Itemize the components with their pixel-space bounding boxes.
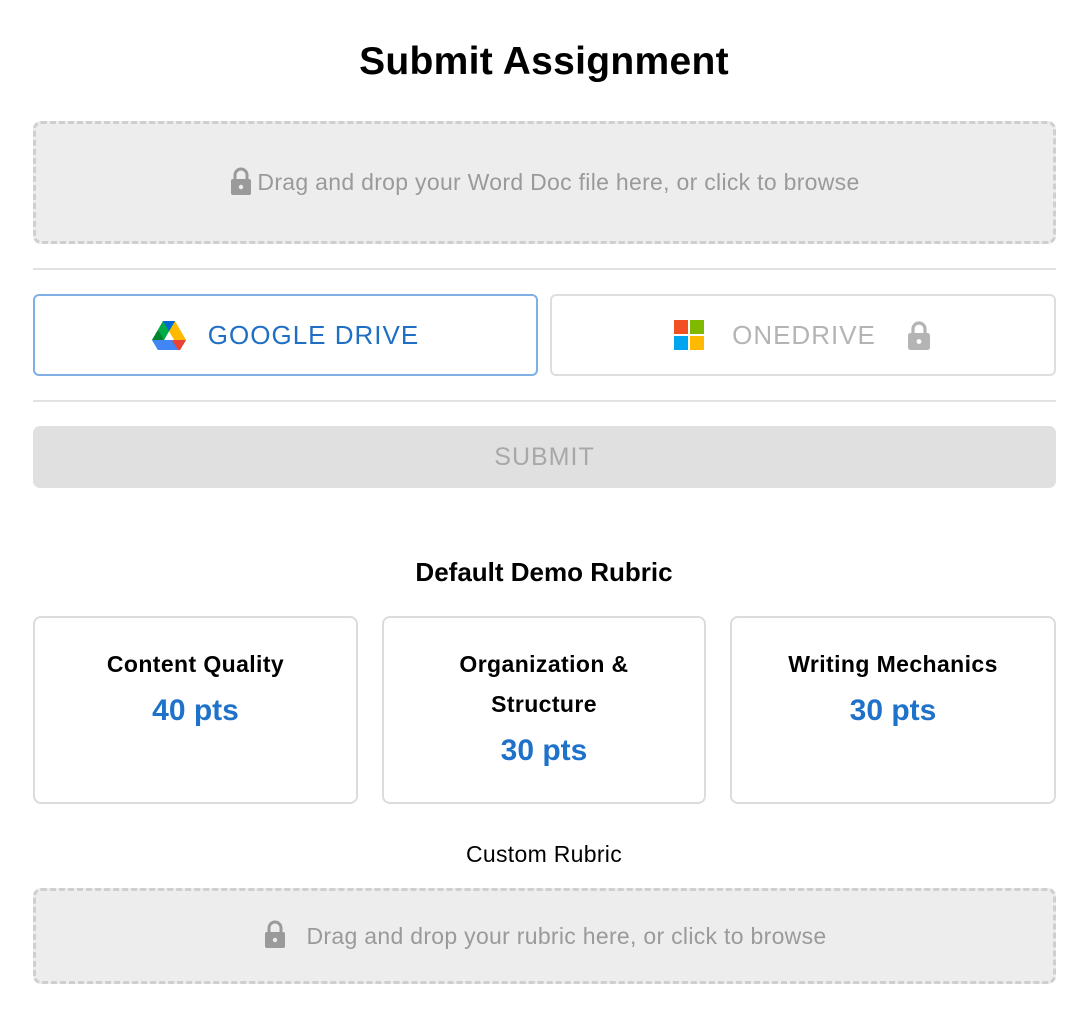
rubric-heading: Default Demo Rubric (415, 557, 673, 587)
google-drive-label: GOOGLE DRIVE (207, 319, 420, 350)
google-drive-button[interactable]: GOOGLE DRIVE (33, 294, 538, 376)
rubric-dropzone-text: Drag and drop your rubric here, or click… (306, 922, 827, 949)
rubric-criterion-points: 30 pts (500, 734, 588, 767)
divider (33, 400, 1056, 402)
rubric-criterion-name: Writing Mechanics (788, 651, 998, 677)
rubric-dropzone[interactable]: Drag and drop your rubric here, or click… (33, 888, 1056, 984)
rubric-card-writing-mechanics: Writing Mechanics 30 pts (730, 616, 1056, 804)
rubric-criterion-name: Organization & Structure (459, 651, 629, 717)
file-dropzone[interactable]: Drag and drop your Word Doc file here, o… (33, 121, 1056, 244)
onedrive-label: ONEDRIVE (732, 319, 876, 350)
rubric-criterion-points: 30 pts (849, 694, 937, 727)
onedrive-button[interactable]: ONEDRIVE (550, 294, 1056, 376)
lock-icon (231, 167, 252, 195)
lock-icon (264, 920, 285, 948)
page-title: Submit Assignment (359, 40, 729, 83)
rubric-criterion-name: Content Quality (106, 651, 285, 677)
google-drive-icon (151, 321, 186, 350)
lock-icon (907, 321, 930, 350)
custom-rubric-label: Custom Rubric (466, 841, 622, 867)
submit-button[interactable]: SUBMIT (33, 426, 1056, 488)
file-dropzone-text: Drag and drop your Word Doc file here, o… (257, 169, 860, 195)
submit-assignment-page: Submit Assignment Drag and drop your Wor… (0, 0, 1088, 1016)
divider (33, 268, 1056, 270)
rubric-criterion-points: 40 pts (152, 694, 239, 727)
rubric-card-organization-structure: Organization & Structure 30 pts (382, 616, 706, 804)
rubric-card-content-quality: Content Quality 40 pts (33, 616, 358, 804)
microsoft-icon (674, 320, 705, 350)
